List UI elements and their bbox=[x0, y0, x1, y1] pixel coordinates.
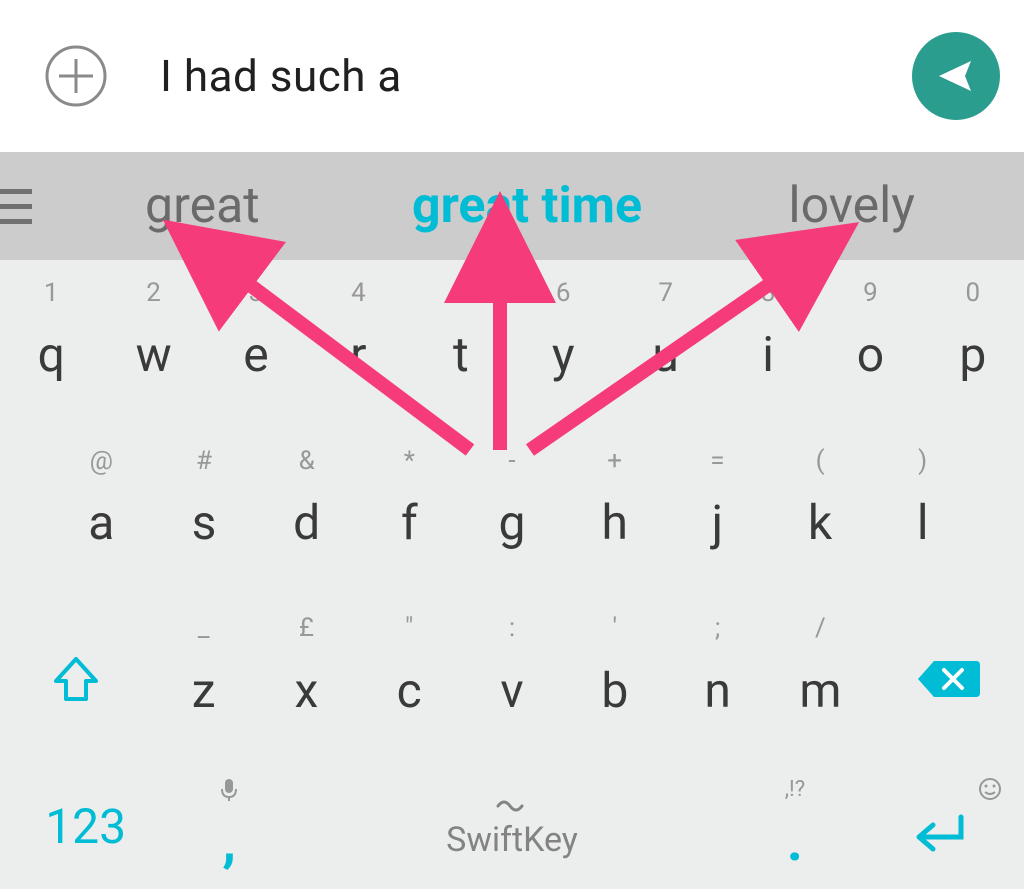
key-d[interactable]: &d bbox=[257, 432, 356, 592]
key-s[interactable]: #s bbox=[155, 432, 254, 592]
message-text-input[interactable]: I had such a bbox=[160, 50, 402, 102]
backspace-icon bbox=[916, 657, 980, 701]
suggestion-left[interactable]: great bbox=[40, 177, 365, 235]
swiftkey-logo-icon bbox=[496, 792, 524, 820]
key-m[interactable]: /m bbox=[771, 599, 870, 759]
key-a[interactable]: @a bbox=[52, 432, 151, 592]
key-u[interactable]: 7u bbox=[616, 264, 714, 424]
comma-key[interactable]: , bbox=[173, 767, 285, 885]
key-e[interactable]: 3e bbox=[207, 264, 305, 424]
key-f[interactable]: *f bbox=[360, 432, 459, 592]
spacebar-key[interactable]: SwiftKey bbox=[289, 767, 735, 885]
shift-key[interactable] bbox=[2, 599, 150, 759]
shift-icon bbox=[50, 653, 102, 705]
key-y[interactable]: 6y bbox=[514, 264, 612, 424]
keyboard: 1q 2w 3e 4r 5t 6y 7u 8i 9o 0p @a #s &d *… bbox=[0, 260, 1024, 889]
key-o[interactable]: 9o bbox=[821, 264, 919, 424]
suggestion-center[interactable]: great time bbox=[365, 177, 690, 235]
period-key[interactable]: ,!? . bbox=[739, 767, 851, 885]
emoji-icon bbox=[978, 777, 1002, 807]
key-row-3: _z £x "c :v 'b ;n /m bbox=[0, 595, 1024, 763]
plus-icon[interactable] bbox=[42, 42, 110, 110]
key-r[interactable]: 4r bbox=[309, 264, 407, 424]
send-button[interactable] bbox=[912, 32, 1000, 120]
key-w[interactable]: 2w bbox=[104, 264, 202, 424]
hamburger-icon[interactable] bbox=[0, 152, 38, 260]
key-j[interactable]: =j bbox=[668, 432, 767, 592]
key-b[interactable]: 'b bbox=[565, 599, 664, 759]
enter-key[interactable] bbox=[855, 767, 1022, 885]
key-l[interactable]: )l bbox=[873, 432, 972, 592]
send-icon bbox=[935, 55, 977, 97]
key-k[interactable]: (k bbox=[771, 432, 870, 592]
suggestions-container: great great time lovely bbox=[0, 152, 1024, 260]
key-c[interactable]: "c bbox=[360, 599, 459, 759]
key-v[interactable]: :v bbox=[463, 599, 562, 759]
key-z[interactable]: _z bbox=[154, 599, 253, 759]
backspace-key[interactable] bbox=[874, 599, 1022, 759]
key-row-2: @a #s &d *f -g +h =j (k )l bbox=[0, 428, 1024, 596]
mic-icon bbox=[219, 777, 239, 809]
prediction-bar: great great time lovely bbox=[0, 152, 1024, 260]
suggestion-right[interactable]: lovely bbox=[689, 177, 1014, 235]
spacebar-label: SwiftKey bbox=[446, 820, 578, 860]
key-g[interactable]: -g bbox=[463, 432, 562, 592]
key-t[interactable]: 5t bbox=[412, 264, 510, 424]
key-h[interactable]: +h bbox=[565, 432, 664, 592]
key-i[interactable]: 8i bbox=[719, 264, 817, 424]
numeric-key[interactable]: 123 bbox=[2, 767, 169, 885]
key-row-1: 1q 2w 3e 4r 5t 6y 7u 8i 9o 0p bbox=[0, 260, 1024, 428]
key-p[interactable]: 0p bbox=[924, 264, 1022, 424]
key-q[interactable]: 1q bbox=[2, 264, 100, 424]
message-input-bar: I had such a bbox=[0, 0, 1024, 152]
key-n[interactable]: ;n bbox=[668, 599, 767, 759]
enter-icon bbox=[909, 811, 967, 859]
key-x[interactable]: £x bbox=[257, 599, 356, 759]
key-row-4: 123 , SwiftKey ,!? . bbox=[0, 763, 1024, 889]
